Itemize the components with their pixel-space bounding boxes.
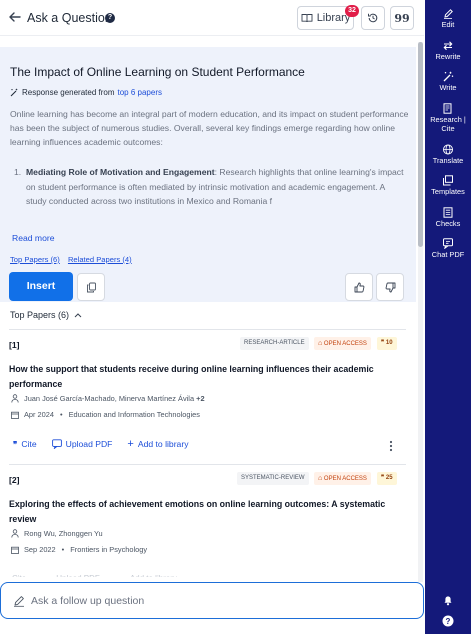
quote-icon: ❞ bbox=[13, 439, 18, 449]
answer-scroll-area[interactable]: The Impact of Online Learning on Student… bbox=[0, 37, 424, 577]
paper-type-tag: RESEARCH-ARTICLE bbox=[240, 337, 309, 350]
related-papers-link[interactable]: Related Papers (4) bbox=[68, 255, 132, 264]
thumbs-up-icon bbox=[354, 282, 364, 292]
answer-list-item: 1. Mediating Role of Motivation and Enga… bbox=[14, 165, 404, 209]
citation-style-button[interactable]: 99 bbox=[390, 6, 414, 30]
top-papers-toggle[interactable]: Top Papers (6) bbox=[10, 310, 82, 320]
copy-icon bbox=[86, 282, 96, 292]
more-authors: +2 bbox=[196, 394, 205, 403]
paper-date-venue: Sep 2022 • Frontiers in Psychology bbox=[11, 545, 147, 554]
page-title: Ask a Question bbox=[27, 11, 112, 25]
paper-authors: Juan José García-Machado, Minerva Martín… bbox=[11, 394, 205, 403]
paper-number: [1] bbox=[9, 340, 20, 350]
paper-authors: Rong Wu, Zhonggen Yu bbox=[11, 529, 103, 538]
top-papers-link[interactable]: Top Papers (6) bbox=[10, 255, 60, 264]
rail-item-templates[interactable]: Templates bbox=[425, 175, 471, 196]
chat-icon bbox=[443, 238, 453, 249]
svg-text:?: ? bbox=[446, 617, 451, 626]
more-options-icon[interactable] bbox=[389, 440, 393, 452]
chat-pdf-icon bbox=[51, 439, 62, 449]
history-icon bbox=[368, 13, 378, 23]
response-prefix: Response generated from bbox=[22, 88, 115, 97]
thumbs-down-button[interactable] bbox=[376, 273, 404, 301]
paper-actions: ❞ Cite Upload PDF + Add to library bbox=[13, 438, 204, 450]
rail-item-research-cite[interactable]: Research | Cite bbox=[425, 103, 471, 133]
main-panel: Ask a Question ? Library 32 99 The Impac… bbox=[0, 0, 424, 634]
rail-item-write[interactable]: Write bbox=[425, 71, 471, 92]
help-icon[interactable]: ? bbox=[442, 615, 454, 627]
scrollbar-thumb[interactable] bbox=[418, 42, 423, 247]
magic-wand-icon bbox=[10, 88, 18, 97]
follow-up-placeholder: Ask a follow up question bbox=[31, 595, 145, 607]
citation-count-tag: ❞ 25 bbox=[377, 472, 397, 485]
notification-bell-icon[interactable] bbox=[442, 594, 454, 606]
chevron-up-icon bbox=[74, 313, 82, 318]
paper-title[interactable]: How the support that students receive du… bbox=[9, 362, 401, 392]
header: Ask a Question ? Library 32 99 bbox=[0, 0, 424, 36]
top-papers-heading: Top Papers (6) bbox=[10, 310, 70, 320]
paper-type-tag: SYSTEMATIC-REVIEW bbox=[237, 472, 309, 485]
pencil-icon bbox=[14, 596, 24, 607]
globe-icon bbox=[443, 144, 453, 155]
help-icon[interactable]: ? bbox=[105, 13, 115, 23]
calendar-icon bbox=[11, 411, 19, 419]
book-icon bbox=[301, 14, 313, 23]
thumbs-down-icon bbox=[385, 282, 395, 292]
cite-button[interactable]: ❞ Cite bbox=[13, 439, 37, 449]
upload-pdf-button[interactable]: Upload PDF bbox=[51, 439, 112, 449]
add-to-library-button[interactable]: + Add to library bbox=[127, 438, 188, 450]
paper-actions-faded: Cite Upload PDF Add to library bbox=[12, 574, 207, 577]
person-icon bbox=[11, 529, 19, 538]
rail-item-edit[interactable]: Edit bbox=[425, 8, 471, 29]
rail-item-checks[interactable]: Checks bbox=[425, 207, 471, 228]
rail-item-rewrite[interactable]: Rewrite bbox=[425, 40, 471, 61]
response-source-line: Response generated from top 6 papers bbox=[10, 88, 162, 97]
rewrite-icon bbox=[443, 41, 453, 51]
open-access-tag: ⌂ OPEN ACCESS bbox=[314, 337, 371, 350]
paper-links: Top Papers (6) Related Papers (4) bbox=[10, 255, 138, 264]
list-item-heading: Mediating Role of Motivation and Engagem… bbox=[26, 167, 215, 177]
library-count-badge: 32 bbox=[345, 5, 359, 17]
citation-count-tag: ❞ 10 bbox=[377, 337, 397, 350]
paper-date-venue: Apr 2024 • Education and Information Techn… bbox=[11, 410, 200, 419]
tool-rail: Edit Rewrite Write Research | Cite Transl… bbox=[425, 0, 471, 634]
answer-title: The Impact of Online Learning on Student… bbox=[10, 65, 305, 79]
history-button[interactable] bbox=[361, 6, 385, 30]
answer-card: The Impact of Online Learning on Student… bbox=[0, 47, 416, 302]
person-icon bbox=[11, 394, 19, 403]
checks-icon bbox=[443, 207, 453, 218]
open-access-tag: ⌂ OPEN ACCESS bbox=[314, 472, 371, 485]
scrollbar[interactable] bbox=[418, 42, 423, 582]
read-more-link[interactable]: Read more bbox=[12, 233, 55, 243]
pencil-icon bbox=[444, 9, 453, 19]
back-arrow-icon[interactable] bbox=[8, 10, 22, 24]
answer-body: Online learning has become an integral p… bbox=[10, 109, 409, 147]
top-papers-source-link[interactable]: top 6 papers bbox=[118, 88, 162, 97]
paper-number: [2] bbox=[9, 475, 20, 485]
research-icon bbox=[443, 103, 452, 114]
templates-icon bbox=[443, 175, 453, 186]
insert-button[interactable]: Insert bbox=[9, 272, 73, 301]
paper-title[interactable]: Exploring the effects of achievement emo… bbox=[9, 497, 401, 527]
copy-button[interactable] bbox=[77, 273, 105, 301]
magic-wand-icon bbox=[443, 71, 454, 82]
paper-item: [1] RESEARCH-ARTICLE ⌂ OPEN ACCESS ❞ 10 … bbox=[9, 329, 406, 452]
rail-item-translate[interactable]: Translate bbox=[425, 144, 471, 165]
plus-icon: + bbox=[127, 438, 134, 450]
follow-up-input[interactable]: Ask a follow up question bbox=[0, 582, 424, 619]
calendar-icon bbox=[11, 546, 19, 554]
paper-item: [2] SYSTEMATIC-REVIEW ⌂ OPEN ACCESS ❞ 25… bbox=[9, 464, 406, 554]
list-item-number: 1. bbox=[14, 167, 22, 177]
rail-item-chat-pdf[interactable]: Chat PDF bbox=[425, 238, 471, 259]
thumbs-up-button[interactable] bbox=[345, 273, 373, 301]
